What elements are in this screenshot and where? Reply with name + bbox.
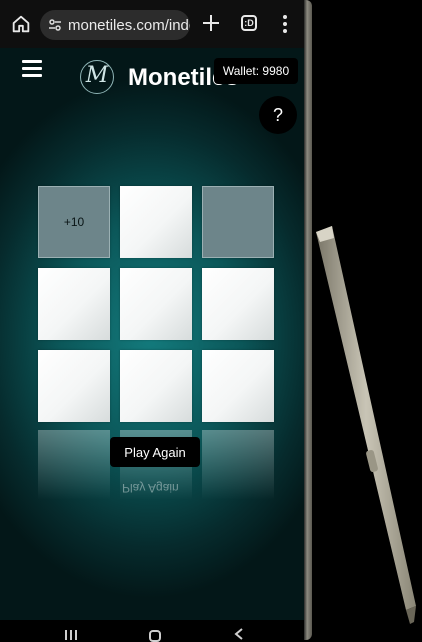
game-tile[interactable] <box>202 186 274 258</box>
play-again-reflection: Play Again <box>122 481 179 495</box>
help-button[interactable]: ? <box>259 96 297 134</box>
game-tile[interactable] <box>120 268 192 340</box>
game-tile[interactable] <box>202 350 274 422</box>
new-tab-icon[interactable] <box>200 12 222 34</box>
back-icon[interactable] <box>234 628 244 640</box>
play-again-button[interactable]: Play Again <box>110 437 200 467</box>
phone-device: monetiles.com/index :D M Monetiles Walle… <box>0 0 310 642</box>
logo-icon: M <box>80 60 114 94</box>
home-icon[interactable] <box>10 13 32 35</box>
more-menu-icon[interactable] <box>282 14 288 34</box>
nav-home-icon[interactable] <box>149 630 161 642</box>
stylus-pen <box>316 226 416 624</box>
recent-apps-icon[interactable] <box>64 630 78 640</box>
site-settings-icon[interactable] <box>48 18 62 32</box>
url-text: monetiles.com/index <box>68 17 190 34</box>
game-tile[interactable] <box>120 350 192 422</box>
game-tile[interactable]: +10 <box>38 186 110 258</box>
game-tile[interactable] <box>38 268 110 340</box>
tab-switcher-button[interactable]: :D <box>241 15 257 31</box>
game-tile[interactable] <box>38 350 110 422</box>
browser-toolbar: monetiles.com/index :D <box>0 0 304 48</box>
game-tile[interactable] <box>202 268 274 340</box>
address-bar[interactable]: monetiles.com/index <box>40 10 190 40</box>
wallet-balance: Wallet: 9980 <box>214 58 298 84</box>
game-tile[interactable] <box>120 186 192 258</box>
game-page: M Monetiles Wallet: 9980 ? +10 Play Agai… <box>0 48 304 620</box>
hamburger-menu-icon[interactable] <box>22 60 42 77</box>
system-nav-bar <box>0 620 304 642</box>
